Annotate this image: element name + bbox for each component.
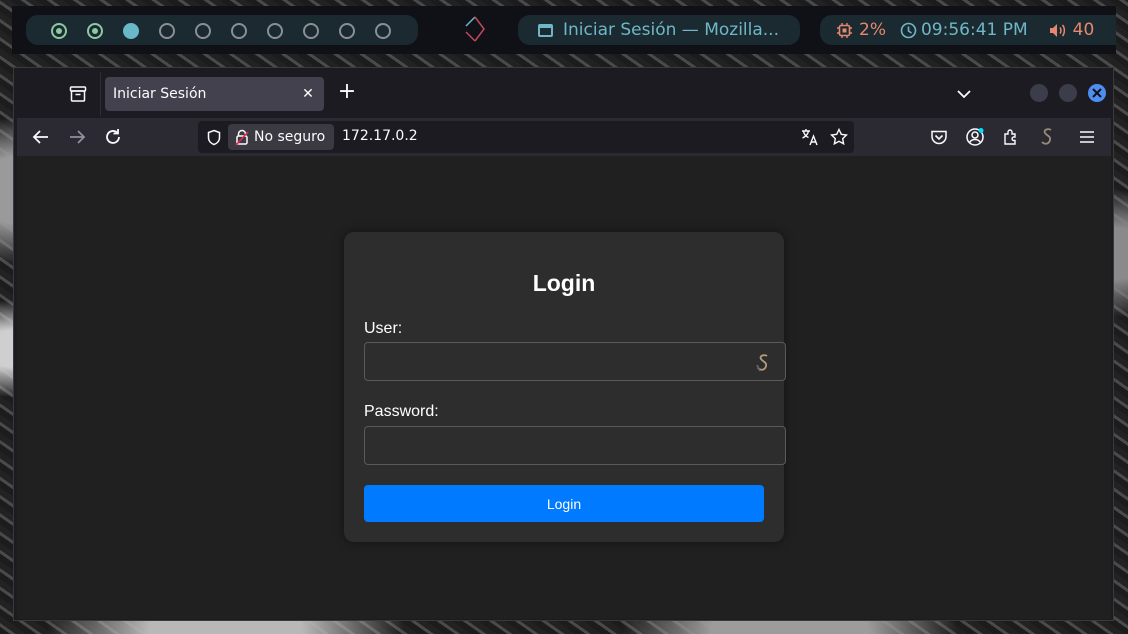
- tab-iniciar-sesion[interactable]: Iniciar Sesión ✕: [105, 77, 324, 111]
- workspace-8[interactable]: [303, 23, 319, 39]
- tab-strip-separator: [100, 72, 101, 116]
- account-button[interactable]: [964, 126, 986, 148]
- clock-icon: [900, 22, 917, 38]
- reload-icon: [106, 129, 120, 144]
- cpu-value: 2%: [859, 20, 886, 40]
- workspace-4[interactable]: [159, 23, 175, 39]
- speaker-icon: [1049, 23, 1065, 37]
- minimize-button[interactable]: [1030, 84, 1048, 102]
- arrow-left-icon: [32, 130, 48, 144]
- workspace-3[interactable]: [123, 23, 139, 39]
- window-icon: [538, 23, 553, 37]
- launcher-diamond-icon[interactable]: [460, 14, 490, 44]
- arrow-right-icon: [70, 130, 86, 144]
- password-input[interactable]: [364, 426, 786, 465]
- active-window-title[interactable]: Iniciar Sesión — Mozilla...: [518, 15, 800, 45]
- system-top-bar: Iniciar Sesión — Mozilla... 2% 09:56:41 …: [12, 6, 1116, 54]
- workspace-7[interactable]: [267, 23, 283, 39]
- workspace-6[interactable]: [231, 23, 247, 39]
- close-icon: [1092, 88, 1102, 98]
- puzzle-piece-icon: [1004, 129, 1016, 145]
- pocket-button[interactable]: [928, 126, 950, 148]
- translate-icon[interactable]: [801, 128, 819, 146]
- clock-indicator[interactable]: 09:56:41 PM: [900, 20, 1028, 40]
- cpu-indicator[interactable]: 2%: [836, 20, 886, 40]
- tracking-protection-shield-icon[interactable]: [206, 129, 222, 146]
- login-button[interactable]: Login: [364, 485, 764, 522]
- security-label: No seguro: [254, 129, 326, 145]
- clock-value: 09:56:41 PM: [920, 20, 1028, 40]
- pocket-icon: [931, 130, 947, 145]
- workspace-9[interactable]: [339, 23, 355, 39]
- password-manager-s-icon[interactable]: [752, 352, 774, 374]
- workspace-5[interactable]: [195, 23, 211, 39]
- workspace-10[interactable]: [375, 23, 391, 39]
- tab-title: Iniciar Sesión: [113, 86, 207, 102]
- tab-close-icon[interactable]: ✕: [298, 84, 318, 104]
- browser-window: Iniciar Sesión ✕ + No seguro 172.17.0.2 …: [13, 67, 1114, 621]
- login-card: Login User: Password: Login: [344, 232, 786, 542]
- extensions-button[interactable]: [1000, 126, 1022, 148]
- reload-button[interactable]: [102, 126, 124, 148]
- workspace-switcher: [26, 15, 418, 45]
- list-all-tabs-chevron-icon[interactable]: [954, 84, 974, 104]
- login-heading: Login: [532, 270, 596, 296]
- back-button[interactable]: [30, 126, 52, 148]
- insecure-lock-icon: [235, 129, 249, 146]
- bookmark-star-icon[interactable]: [830, 128, 848, 146]
- volume-indicator[interactable]: 40: [1048, 20, 1095, 40]
- maximize-button[interactable]: [1059, 84, 1077, 102]
- active-window-label: Iniciar Sesión — Mozilla...: [563, 20, 779, 40]
- navigation-toolbar: No seguro 172.17.0.2: [17, 118, 1111, 156]
- extension-s-button[interactable]: [1036, 126, 1058, 148]
- password-label: Password:: [364, 403, 439, 420]
- window-close-button[interactable]: [1088, 84, 1106, 102]
- new-tab-button[interactable]: +: [336, 81, 358, 104]
- application-menu-button[interactable]: [1076, 126, 1098, 148]
- system-indicators: 2% 09:56:41 PM 40: [820, 15, 1116, 45]
- user-input[interactable]: [364, 342, 786, 381]
- site-security-badge[interactable]: No seguro: [228, 124, 334, 150]
- workspace-1[interactable]: [51, 23, 67, 39]
- firefox-view-icon: [69, 86, 87, 102]
- hamburger-menu-icon: [1080, 131, 1094, 143]
- forward-button[interactable]: [66, 126, 88, 148]
- user-label: User:: [364, 320, 403, 337]
- address-bar[interactable]: No seguro 172.17.0.2: [198, 121, 854, 153]
- firefox-view-button[interactable]: [66, 82, 90, 106]
- extension-s-icon: [1041, 128, 1052, 145]
- volume-value: 40: [1072, 20, 1095, 40]
- cpu-chip-icon: [837, 22, 852, 38]
- workspace-2[interactable]: [87, 23, 103, 39]
- page-content: Login User: Password: Login: [17, 156, 1111, 619]
- tab-strip: Iniciar Sesión ✕ +: [14, 68, 1113, 119]
- url-text[interactable]: 172.17.0.2: [342, 128, 418, 144]
- account-icon: [966, 128, 984, 146]
